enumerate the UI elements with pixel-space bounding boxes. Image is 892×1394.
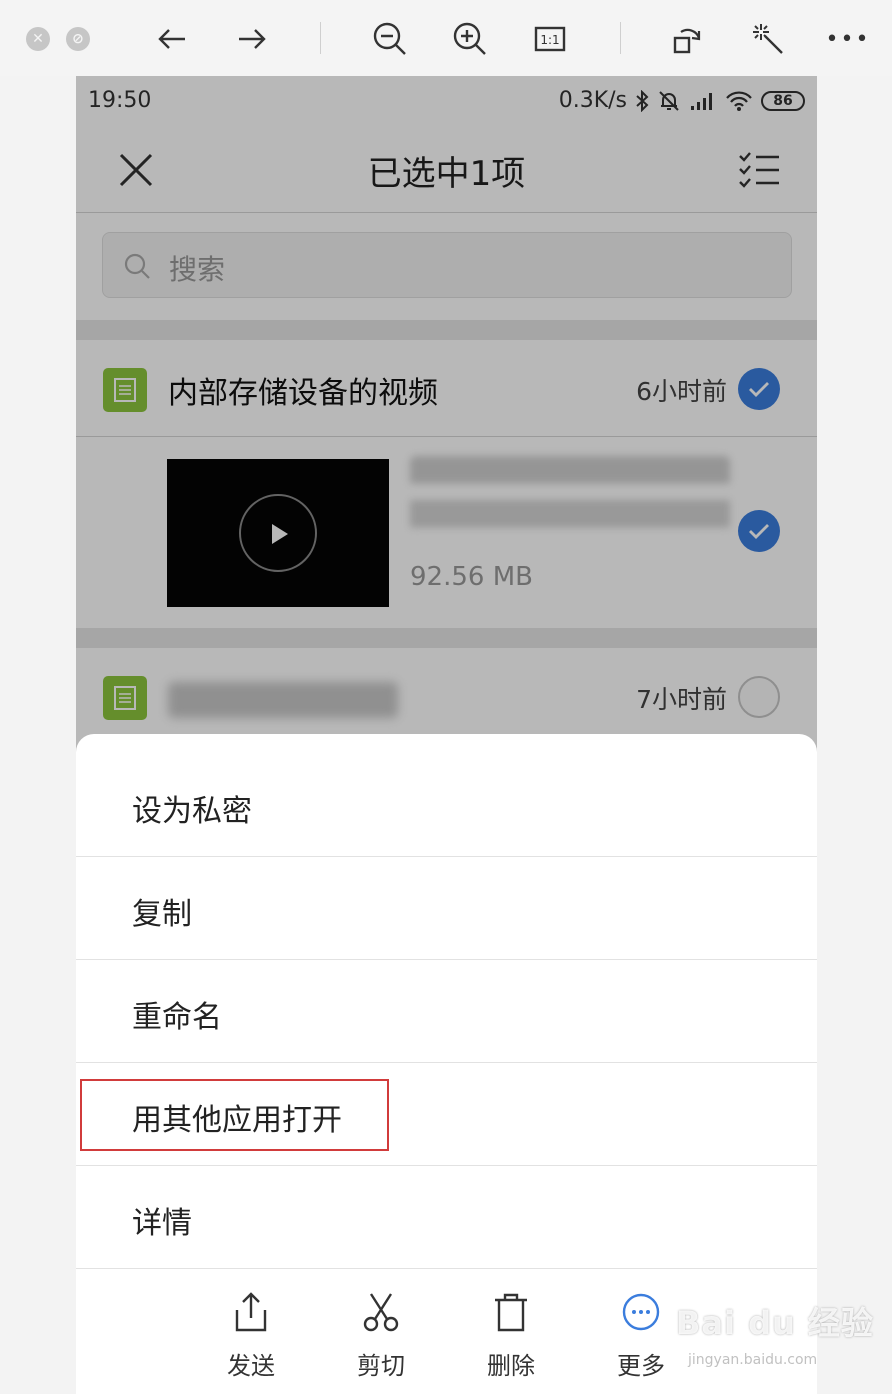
- phone-screen: 19:50 0.3K/s 86 已选中1项 搜索 内部存储设备的视频 6小时前: [76, 76, 817, 1394]
- back-arrow-icon[interactable]: [152, 20, 192, 58]
- delete-button[interactable]: 删除: [466, 1290, 556, 1381]
- trash-icon: [495, 1293, 527, 1332]
- share-icon: [235, 1292, 267, 1332]
- action-label: 发送: [227, 1352, 275, 1380]
- more-circle-icon: [622, 1293, 660, 1331]
- rotate-icon[interactable]: [668, 20, 708, 58]
- more-icon[interactable]: •••: [826, 20, 869, 58]
- menu-item-label: 设为私密: [132, 794, 252, 829]
- menu-item-rename[interactable]: 重命名: [76, 960, 817, 1063]
- toolbar-separator: [320, 22, 321, 54]
- menu-item-set-private[interactable]: 设为私密: [76, 754, 817, 857]
- zoom-in-icon[interactable]: [450, 20, 490, 58]
- actual-size-icon[interactable]: 1:1: [530, 20, 570, 58]
- svg-text:1:1: 1:1: [540, 33, 559, 47]
- minimize-window-icon[interactable]: ⊘: [66, 27, 90, 51]
- cut-button[interactable]: 剪切: [336, 1290, 426, 1381]
- menu-item-details[interactable]: 详情: [76, 1166, 817, 1269]
- menu-item-label: 详情: [132, 1206, 192, 1241]
- magic-wand-icon[interactable]: [748, 20, 788, 58]
- menu-item-copy[interactable]: 复制: [76, 857, 817, 960]
- menu-item-label: 重命名: [132, 1000, 222, 1035]
- action-label: 删除: [487, 1352, 535, 1380]
- bottom-sheet: 设为私密 复制 重命名 用其他应用打开 详情 发送 剪切 删除 更多: [76, 734, 817, 1394]
- more-button[interactable]: 更多: [596, 1290, 686, 1381]
- action-label: 剪切: [357, 1352, 405, 1380]
- menu-item-label: 复制: [132, 897, 192, 932]
- forward-arrow-icon[interactable]: [232, 20, 272, 58]
- zoom-out-icon[interactable]: [370, 20, 410, 58]
- toolbar-separator: [620, 22, 621, 54]
- highlight-box: [80, 1079, 389, 1151]
- watermark-sub: jingyan.baidu.com: [688, 1352, 818, 1368]
- watermark: Bai du 经验: [676, 1304, 874, 1342]
- scissors-icon: [363, 1293, 399, 1332]
- close-window-icon[interactable]: ✕: [26, 27, 50, 51]
- action-label: 更多: [617, 1352, 665, 1380]
- viewer-toolbar: ✕ ⊘ 1:1 •••: [0, 0, 892, 76]
- send-button[interactable]: 发送: [206, 1290, 296, 1381]
